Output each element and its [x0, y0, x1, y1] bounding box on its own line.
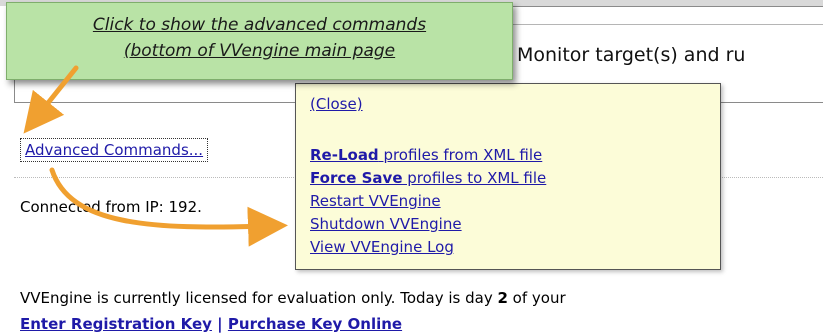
annotation-arrows — [23, 65, 288, 247]
popup-arrow — [49, 167, 288, 247]
callout-arrow — [23, 65, 79, 134]
